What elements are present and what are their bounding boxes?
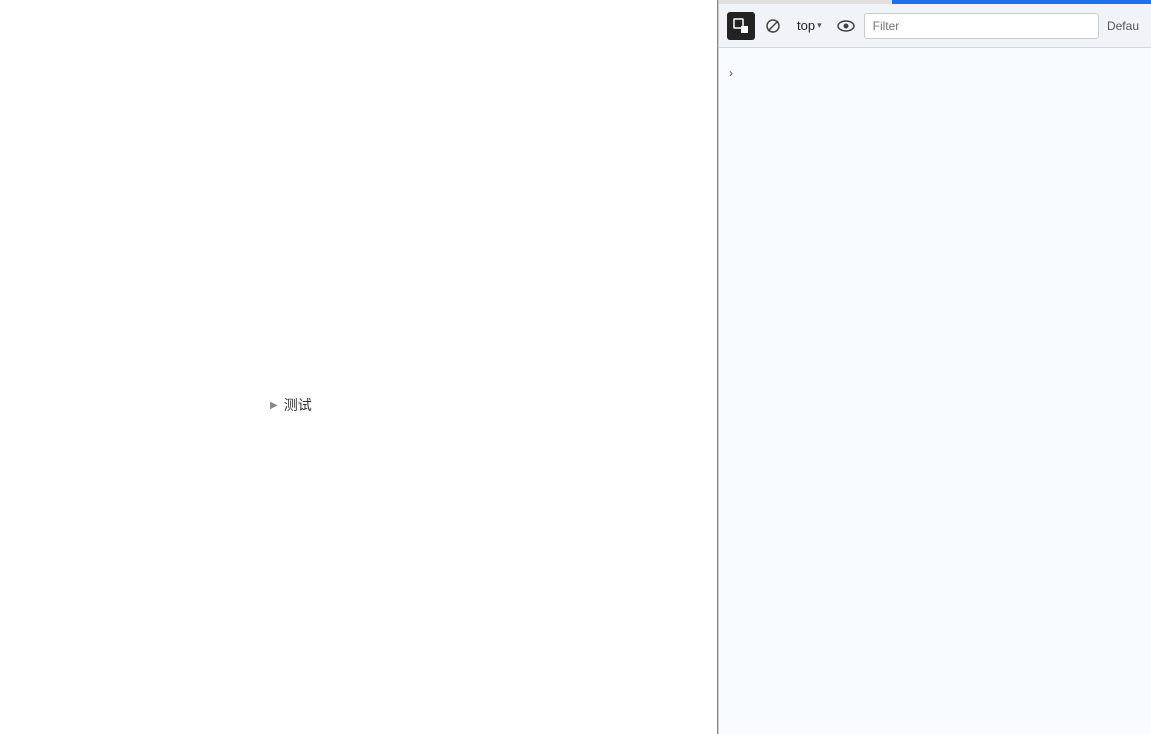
devtools-panel: top ▾ Defau › (718, 0, 1151, 734)
context-label: top (797, 18, 815, 33)
page-content: ▶ 测试 (270, 395, 312, 415)
inspect-icon (733, 18, 749, 34)
chevron-down-icon: ▾ (817, 20, 822, 31)
console-chevron-icon[interactable]: › (729, 66, 733, 80)
eye-icon (837, 20, 855, 32)
progress-bar-area (719, 0, 1151, 4)
inspect-element-button[interactable] (727, 12, 755, 40)
live-expressions-button[interactable] (832, 12, 860, 40)
page-text-label: 测试 (284, 395, 312, 415)
filter-input[interactable] (864, 13, 1099, 39)
devtools-toolbar: top ▾ Defau (719, 4, 1151, 48)
default-level-label: Defau (1103, 19, 1143, 33)
context-selector[interactable]: top ▾ (791, 16, 828, 35)
progress-bar-fill (892, 0, 1151, 4)
circle-slash-icon (765, 18, 781, 34)
clear-console-button[interactable] (759, 12, 787, 40)
expand-arrow-icon[interactable]: ▶ (270, 400, 278, 411)
console-body: › (719, 48, 1151, 734)
browser-content-area: ▶ 测试 (0, 0, 718, 734)
